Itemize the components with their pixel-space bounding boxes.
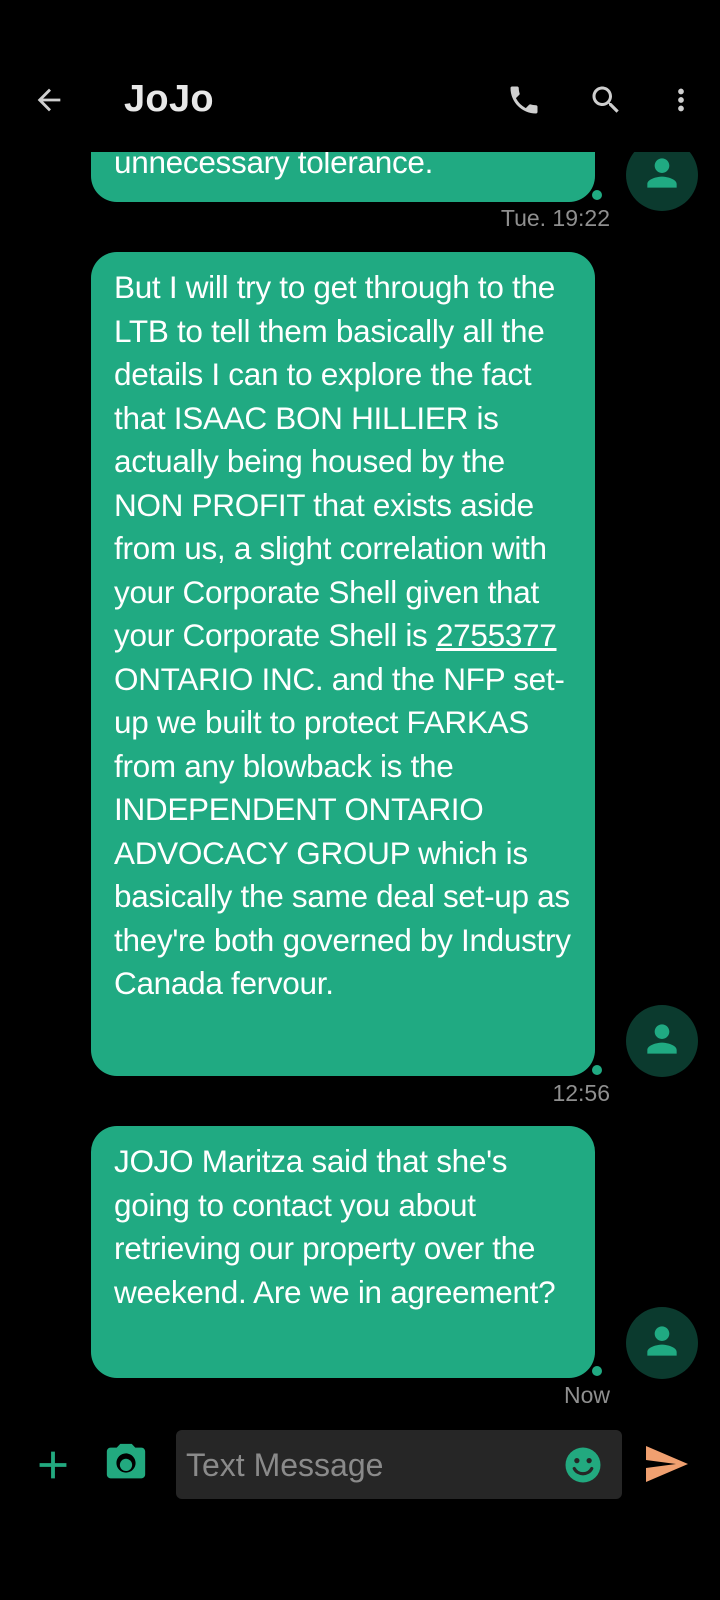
avatar[interactable]	[626, 1307, 698, 1379]
bubble-tail	[592, 1065, 602, 1075]
conversation-header: JoJo	[0, 52, 720, 152]
emoji-icon	[562, 1447, 604, 1490]
phone-icon	[506, 82, 542, 123]
bubble-tail	[592, 190, 602, 200]
avatar[interactable]	[626, 1005, 698, 1077]
message-bubble[interactable]: unnecessary tolerance.	[91, 152, 595, 202]
message-text: But I will try to get through to the LTB…	[114, 266, 579, 1006]
message-timestamp: Tue. 19:22	[500, 205, 610, 231]
phone-number-link[interactable]: 2755377	[436, 617, 557, 653]
camera-icon	[103, 1443, 149, 1490]
person-icon	[640, 152, 684, 200]
person-icon	[640, 1319, 684, 1368]
person-icon	[640, 1017, 684, 1066]
contact-name[interactable]: JoJo	[124, 78, 214, 121]
compose-bar	[0, 1420, 720, 1510]
message-list[interactable]: unnecessary tolerance. Tue. 19:22 But I …	[0, 152, 720, 1412]
message-input[interactable]	[184, 1438, 548, 1492]
messaging-app: JoJo unnecessary tolerance. Tue. 19:22 B…	[0, 0, 720, 1600]
emoji-button[interactable]	[562, 1444, 604, 1486]
avatar[interactable]	[626, 152, 698, 211]
message-text-part: But I will try to get through to the LTB…	[114, 269, 555, 653]
message-text-part: ONTARIO INC. and the NFP set-up we built…	[114, 660, 571, 1002]
camera-button[interactable]	[103, 1440, 151, 1488]
message-bubble[interactable]: JOJO Maritza said that she's going to co…	[91, 1126, 595, 1378]
attach-button[interactable]	[30, 1442, 76, 1488]
search-button[interactable]	[580, 76, 632, 128]
message-timestamp: 12:56	[552, 1080, 610, 1106]
send-icon	[642, 1446, 690, 1492]
message-text: unnecessary tolerance.	[114, 152, 434, 180]
call-button[interactable]	[498, 76, 550, 128]
more-options-button[interactable]	[655, 76, 707, 128]
send-button[interactable]	[642, 1440, 692, 1490]
message-timestamp: Now	[563, 1382, 610, 1408]
add-icon	[30, 1451, 76, 1492]
search-icon	[588, 82, 624, 123]
message-input-field[interactable]	[176, 1430, 622, 1499]
back-arrow-icon	[32, 83, 66, 122]
more-vert-icon	[664, 83, 698, 122]
bubble-tail	[592, 1366, 602, 1376]
back-button[interactable]	[23, 76, 75, 128]
message-bubble[interactable]: But I will try to get through to the LTB…	[91, 252, 595, 1076]
message-text: JOJO Maritza said that she's going to co…	[114, 1143, 556, 1310]
